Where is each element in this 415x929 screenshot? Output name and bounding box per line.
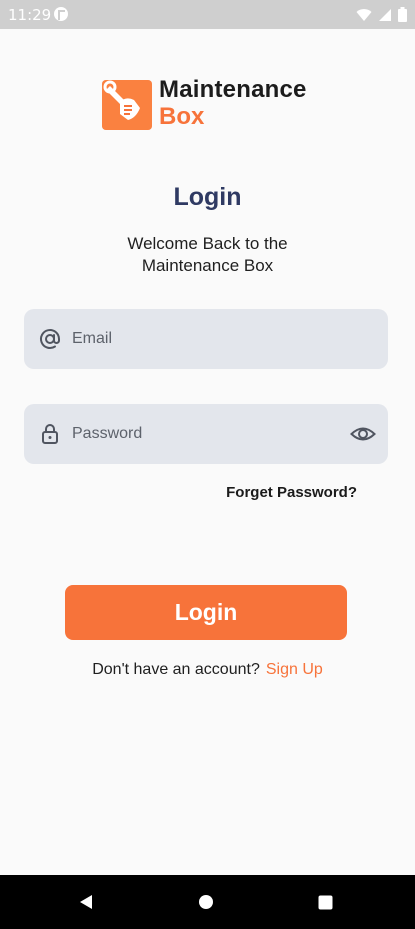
welcome-line-1: Welcome Back to the bbox=[127, 234, 288, 253]
email-input[interactable] bbox=[72, 309, 342, 369]
logo-subtitle: Box bbox=[159, 103, 205, 130]
recents-nav-button[interactable] bbox=[295, 875, 355, 929]
lock-icon bbox=[42, 424, 58, 444]
notification-app-icon bbox=[54, 7, 68, 21]
no-account-text: Don't have an account? bbox=[92, 661, 260, 678]
welcome-line-2: Maintenance Box bbox=[141, 256, 274, 275]
home-circle-icon bbox=[199, 895, 213, 909]
password-input[interactable] bbox=[72, 404, 342, 464]
home-nav-button[interactable] bbox=[176, 875, 236, 929]
at-sign-icon bbox=[40, 329, 60, 349]
login-button[interactable]: Login bbox=[65, 585, 347, 640]
status-bar: 11:29 bbox=[0, 0, 415, 29]
email-field-container[interactable] bbox=[24, 309, 388, 369]
password-field-container[interactable] bbox=[24, 404, 388, 464]
battery-icon bbox=[398, 7, 407, 22]
wifi-icon bbox=[356, 8, 372, 21]
recents-square-icon bbox=[318, 895, 332, 909]
status-icons bbox=[356, 6, 407, 23]
back-triangle-icon bbox=[80, 895, 92, 909]
back-nav-button[interactable] bbox=[56, 875, 116, 929]
cellular-signal-icon bbox=[379, 8, 391, 21]
app-logo: Maintenance Box bbox=[102, 78, 307, 130]
status-time: 11:29 bbox=[8, 6, 52, 24]
navigation-bar bbox=[0, 875, 415, 929]
signup-row: Don't have an account? Sign Up bbox=[0, 661, 415, 679]
eye-icon[interactable] bbox=[350, 422, 376, 446]
page-title: Login bbox=[173, 183, 242, 211]
sign-up-link[interactable]: Sign Up bbox=[266, 661, 323, 678]
forget-password-link[interactable]: Forget Password? bbox=[226, 484, 357, 501]
logo-title: Maintenance bbox=[159, 76, 307, 103]
welcome-text: Welcome Back to the Maintenance Box bbox=[0, 233, 415, 277]
wrench-hand-logo-icon bbox=[102, 80, 152, 130]
